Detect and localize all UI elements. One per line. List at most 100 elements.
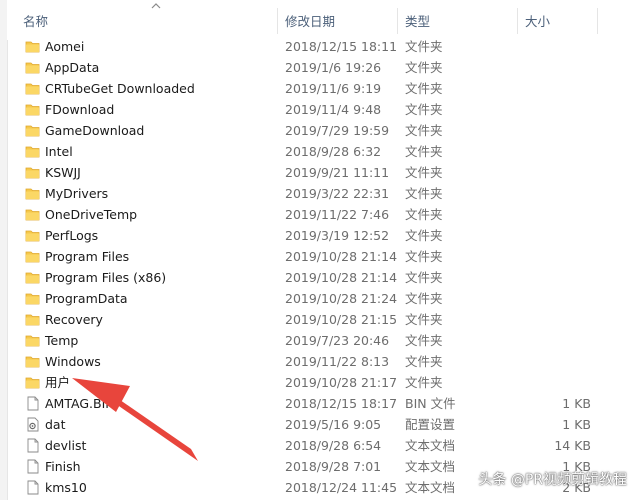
file-modified-date: 2019/5/16 9:05 (285, 417, 382, 432)
folder-icon (25, 249, 40, 264)
column-header-size[interactable]: 大小 (525, 12, 550, 32)
file-icon (25, 480, 40, 495)
file-name: Intel (45, 144, 73, 159)
watermark: 头条 @PR视频剪辑教程 (478, 472, 627, 488)
file-type: 文本文档 (405, 480, 456, 495)
file-type: 文件夹 (405, 228, 443, 243)
file-modified-date: 2019/11/22 8:13 (285, 354, 390, 369)
file-name: Recovery (45, 312, 103, 327)
file-name: FDownload (45, 102, 115, 117)
file-type: 文件夹 (405, 165, 443, 180)
file-name: kms10 (45, 480, 87, 495)
column-divider[interactable] (397, 8, 398, 34)
file-row[interactable]: AMTAG.BIN 2018/12/15 18:17 BIN 文件 1 KB (7, 393, 637, 414)
file-name: OneDriveTemp (45, 207, 138, 222)
file-row[interactable]: 用户 2019/10/28 21:17 文件夹 (7, 372, 637, 393)
file-modified-date: 2019/7/23 20:46 (285, 333, 390, 348)
file-row[interactable]: Program Files 2019/10/28 21:14 文件夹 (7, 246, 637, 267)
file-row[interactable]: Temp 2019/7/23 20:46 文件夹 (7, 330, 637, 351)
file-row[interactable]: OneDriveTemp 2019/11/22 7:46 文件夹 (7, 204, 637, 225)
file-type: 文件夹 (405, 291, 443, 306)
file-modified-date: 2019/11/6 9:19 (285, 81, 382, 96)
file-type: 文件夹 (405, 102, 443, 117)
column-header-date[interactable]: 修改日期 (285, 12, 335, 32)
file-row[interactable]: Recovery 2019/10/28 21:15 文件夹 (7, 309, 637, 330)
folder-icon (25, 81, 40, 96)
file-row[interactable]: FDownload 2019/11/4 9:48 文件夹 (7, 99, 637, 120)
file-type: 文件夹 (405, 270, 443, 285)
file-row[interactable]: CRTubeGet Downloaded 2019/11/6 9:19 文件夹 (7, 78, 637, 99)
file-row[interactable]: MyDrivers 2019/3/22 22:31 文件夹 (7, 183, 637, 204)
sort-ascending-icon[interactable] (151, 2, 161, 10)
file-row[interactable]: GameDownload 2019/7/29 19:59 文件夹 (7, 120, 637, 141)
file-modified-date: 2019/7/29 19:59 (285, 123, 390, 138)
folder-icon (25, 333, 40, 348)
file-modified-date: 2019/10/28 21:24 (285, 291, 398, 306)
file-name: AMTAG.BIN (45, 396, 115, 411)
file-modified-date: 2018/12/24 11:45 (285, 480, 398, 495)
folder-icon (25, 291, 40, 306)
file-type: 文件夹 (405, 39, 443, 54)
file-modified-date: 2019/10/28 21:15 (285, 312, 398, 327)
file-modified-date: 2019/1/6 19:26 (285, 60, 382, 75)
file-icon (25, 459, 40, 474)
file-modified-date: 2018/9/28 6:32 (285, 144, 382, 159)
column-header-type[interactable]: 类型 (405, 12, 430, 32)
file-type: 文件夹 (405, 249, 443, 264)
folder-icon (25, 207, 40, 222)
vertical-scrollbar[interactable] (620, 0, 637, 500)
file-name: Finish (45, 459, 81, 474)
file-name: ProgramData (45, 291, 128, 306)
column-divider[interactable] (517, 8, 518, 34)
file-type: 文件夹 (405, 186, 443, 201)
file-row[interactable]: AppData 2019/1/6 19:26 文件夹 (7, 57, 637, 78)
file-modified-date: 2019/10/28 21:14 (285, 249, 398, 264)
file-row[interactable]: PerfLogs 2019/3/19 12:52 文件夹 (7, 225, 637, 246)
file-name: 用户 (45, 375, 71, 390)
folder-icon (25, 312, 40, 327)
file-type: 配置设置 (405, 417, 456, 432)
file-modified-date: 2019/9/21 11:11 (285, 165, 390, 180)
column-divider[interactable] (597, 8, 598, 34)
file-modified-date: 2019/11/4 9:48 (285, 102, 382, 117)
file-type: 文本文档 (405, 438, 456, 453)
file-name: MyDrivers (45, 186, 109, 201)
file-modified-date: 2018/9/28 7:01 (285, 459, 382, 474)
file-row[interactable]: Windows 2019/11/22 8:13 文件夹 (7, 351, 637, 372)
file-modified-date: 2019/10/28 21:17 (285, 375, 398, 390)
file-modified-date: 2019/10/28 21:14 (285, 270, 398, 285)
file-name: CRTubeGet Downloaded (45, 81, 195, 96)
folder-icon (25, 123, 40, 138)
file-name: Aomei (45, 39, 85, 54)
file-modified-date: 2018/12/15 18:11 (285, 39, 398, 54)
file-row[interactable]: KSWJJ 2019/9/21 11:11 文件夹 (7, 162, 637, 183)
column-header-bar: 名称 修改日期 类型 大小 (7, 0, 637, 40)
file-row[interactable]: ProgramData 2019/10/28 21:24 文件夹 (7, 288, 637, 309)
file-name: dat (45, 417, 66, 432)
file-type: 文件夹 (405, 144, 443, 159)
file-row[interactable]: Intel 2018/9/28 6:32 文件夹 (7, 141, 637, 162)
file-type: 文件夹 (405, 312, 443, 327)
file-name: Program Files (45, 249, 130, 264)
folder-icon (25, 39, 40, 54)
file-name: Temp (45, 333, 79, 348)
file-modified-date: 2019/3/19 12:52 (285, 228, 390, 243)
file-name: GameDownload (45, 123, 145, 138)
file-row[interactable]: dat 2019/5/16 9:05 配置设置 1 KB (7, 414, 637, 435)
file-type: BIN 文件 (405, 396, 456, 411)
file-name: devlist (45, 438, 87, 453)
file-row[interactable]: devlist 2018/9/28 6:54 文本文档 14 KB (7, 435, 637, 456)
file-name: AppData (45, 60, 100, 75)
file-icon (25, 438, 40, 453)
folder-icon (25, 102, 40, 117)
file-row[interactable]: Program Files (x86) 2019/10/28 21:14 文件夹 (7, 267, 637, 288)
column-divider[interactable] (277, 8, 278, 34)
file-type: 文件夹 (405, 354, 443, 369)
file-size: 1 KB (562, 417, 591, 432)
folder-icon (25, 354, 40, 369)
column-header-name[interactable]: 名称 (23, 12, 48, 32)
file-modified-date: 2019/3/22 22:31 (285, 186, 390, 201)
file-type: 文件夹 (405, 375, 443, 390)
file-row[interactable]: Aomei 2018/12/15 18:11 文件夹 (7, 36, 637, 57)
file-modified-date: 2019/11/22 7:46 (285, 207, 390, 222)
